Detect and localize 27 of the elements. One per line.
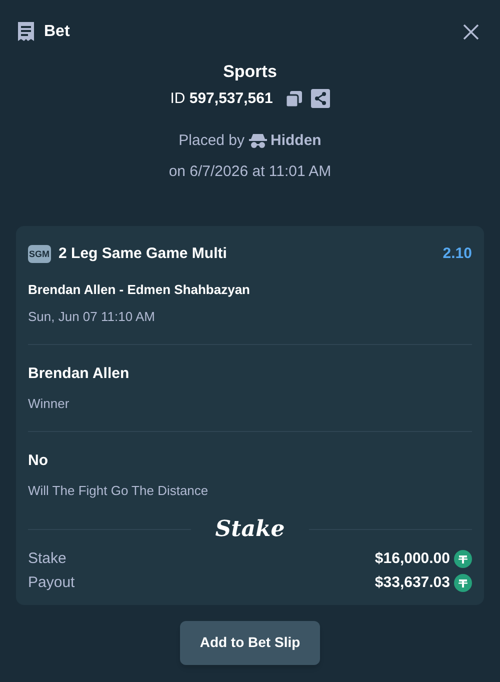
receipt-icon bbox=[16, 21, 36, 43]
sgm-badge: SGM bbox=[28, 245, 51, 264]
share-button[interactable] bbox=[310, 89, 330, 108]
user-name: Hidden bbox=[270, 131, 322, 151]
dialog-title: Bet bbox=[44, 22, 70, 42]
placed-by-label: Placed by bbox=[178, 131, 245, 151]
bet-id: ID 597,537,561 bbox=[170, 88, 273, 108]
bet-category: Sports bbox=[223, 61, 277, 83]
incognito-icon bbox=[248, 133, 267, 150]
amount-value: $16,000.00 bbox=[374, 548, 450, 568]
amount-label: Stake bbox=[28, 548, 66, 568]
odds: 2.10 bbox=[442, 244, 472, 264]
stake-logo: Stake bbox=[214, 514, 286, 544]
add-to-bet-slip-button[interactable]: Add to Bet Slip bbox=[180, 620, 320, 664]
tether-coin-icon bbox=[454, 550, 472, 568]
amount-label: Payout bbox=[28, 573, 75, 593]
placed-date: on 6/7/2026 at 11:01 AM bbox=[168, 162, 332, 182]
amount-value: $33,637.03 bbox=[374, 573, 450, 593]
copy-button[interactable] bbox=[284, 90, 303, 108]
event-name: Brendan Allen - Edmen Shahbazyan bbox=[28, 280, 252, 299]
tether-coin-icon bbox=[454, 574, 472, 592]
leg-selection: No bbox=[28, 450, 49, 470]
leg-selection: Brendan Allen bbox=[28, 364, 130, 384]
leg-market: Winner bbox=[28, 395, 70, 413]
event-time: Sun, Jun 07 11:10 AM bbox=[28, 308, 156, 326]
leg-market: Will The Fight Go The Distance bbox=[28, 482, 210, 500]
bet-type: 2 Leg Same Game Multi bbox=[58, 244, 227, 264]
